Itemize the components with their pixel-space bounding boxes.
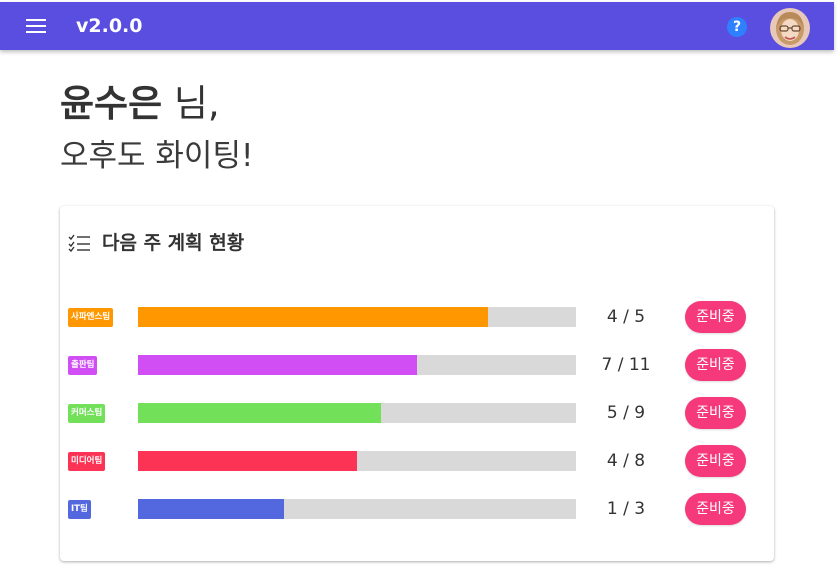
plan-count: 5 / 9: [606, 403, 646, 423]
progress-fill: [138, 403, 382, 423]
team-row: 미디어팀 4 / 8 준비중: [60, 445, 774, 477]
status-button[interactable]: 준비중: [685, 349, 746, 381]
plan-count: 4 / 5: [606, 307, 646, 327]
team-tag: 미디어팀: [68, 452, 106, 471]
hamburger-menu-icon: [26, 19, 46, 33]
honorific: 님,: [162, 82, 220, 125]
progress-track: [138, 451, 576, 471]
progress-track: [138, 355, 576, 375]
plan-count: 1 / 3: [606, 499, 646, 519]
plan-count: 4 / 8: [606, 451, 646, 471]
user-avatar[interactable]: [770, 8, 810, 48]
greeting-message: 오후도 화이팅!: [60, 138, 254, 174]
status-button[interactable]: 준비중: [685, 301, 746, 333]
team-tag: 커머스팀: [68, 404, 106, 423]
app-bar: v2.0.0 ?: [0, 2, 834, 50]
team-tag: IT팀: [68, 500, 91, 519]
progress-fill: [138, 355, 417, 375]
progress-fill: [138, 451, 357, 471]
menu-button[interactable]: [22, 14, 50, 38]
team-row: 사파엔스팀 4 / 5 준비중: [60, 301, 774, 333]
progress-fill: [138, 499, 284, 519]
status-button[interactable]: 준비중: [685, 493, 746, 525]
status-button[interactable]: 준비중: [685, 445, 746, 477]
team-row: 출판팀 7 / 11 준비중: [60, 349, 774, 381]
user-name: 윤수은: [60, 82, 163, 125]
checklist-icon: [68, 234, 90, 252]
progress-fill: [138, 307, 489, 327]
team-tag: 출판팀: [68, 356, 98, 375]
plan-count: 7 / 11: [601, 355, 651, 375]
plan-status-card: 다음 주 계획 현황 사파엔스팀 4 / 5 준비중 출판팀 7 / 11 준비…: [60, 206, 774, 561]
progress-track: [138, 499, 576, 519]
greeting-name: 윤수은 님,: [60, 82, 220, 126]
status-button[interactable]: 준비중: [685, 397, 746, 429]
team-tag: 사파엔스팀: [68, 308, 114, 327]
progress-track: [138, 403, 576, 423]
progress-track: [138, 307, 576, 327]
team-row: IT팀 1 / 3 준비중: [60, 493, 774, 525]
card-title: 다음 주 계획 현황: [102, 232, 245, 254]
team-row: 커머스팀 5 / 9 준비중: [60, 397, 774, 429]
app-version: v2.0.0: [76, 15, 143, 37]
help-circle-icon[interactable]: ?: [727, 17, 747, 37]
